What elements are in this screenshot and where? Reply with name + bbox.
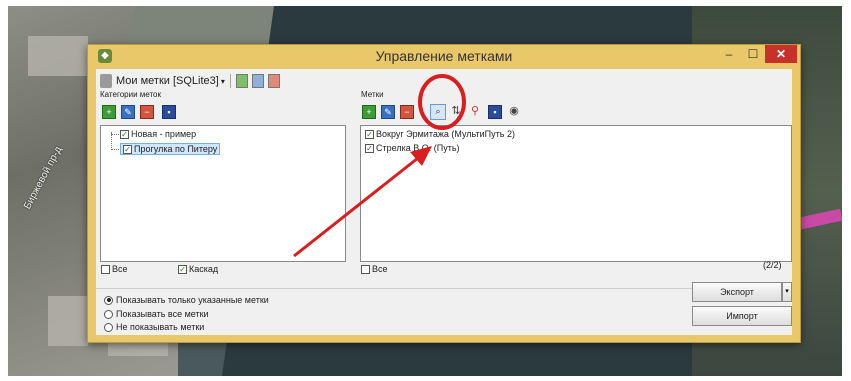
delete-category-button[interactable]: − (140, 105, 154, 119)
move-mark-icon[interactable]: ⇅ (449, 105, 463, 119)
radio-button[interactable] (104, 309, 113, 319)
category-label: Прогулка по Питеру (134, 144, 218, 154)
marks-list[interactable]: ✓ Вокруг Эрмитажа (МультиПуть 2) ✓ Стрел… (360, 125, 792, 262)
add-category-button[interactable]: + (102, 105, 116, 119)
radio-label: Показывать все метки (116, 309, 209, 319)
radio-show-all[interactable]: Показывать все метки (104, 309, 209, 319)
mark-checkbox[interactable]: ✓ (365, 129, 374, 139)
radio-label: Показывать только указанные метки (116, 295, 269, 305)
cascade-label: Каскад (189, 264, 219, 274)
close-button[interactable]: ✕ (765, 45, 797, 63)
section-divider (96, 288, 792, 289)
all-label: Все (372, 264, 388, 274)
marks-count: (2/2) (763, 260, 782, 270)
dialog-client-area: Мои метки [SQLite3] ▾ Категории меток + … (96, 69, 792, 335)
manage-marks-dialog: ◆ Управление метками – ☐ ✕ Мои метки [SQ… (87, 44, 801, 343)
database-selector[interactable]: Мои метки [SQLite3] (116, 75, 219, 87)
edit-category-button[interactable]: ✎ (121, 105, 135, 119)
radio-button[interactable] (104, 295, 113, 305)
window-title: Управление метками (375, 48, 513, 64)
cascade-checkbox-box[interactable]: ✓ (178, 264, 187, 274)
all-checkbox-box[interactable] (101, 264, 110, 274)
mark-label: Вокруг Эрмитажа (МультиПуть 2) (376, 129, 515, 139)
export-dropdown-button[interactable]: ▾ (782, 282, 792, 302)
list-item-mark[interactable]: ✓ Стрелка В.О. (Путь) (365, 143, 460, 153)
all-label: Все (112, 264, 128, 274)
import-button[interactable]: Импорт (692, 306, 792, 326)
radio-show-selected[interactable]: Показывать только указанные метки (104, 295, 269, 305)
add-database-icon[interactable] (235, 74, 248, 88)
search-mark-button[interactable]: ⌕ (430, 104, 446, 120)
categories-all-checkbox[interactable]: Все (101, 264, 128, 274)
all-checkbox-box[interactable] (361, 264, 370, 274)
minimize-button[interactable]: – (717, 45, 741, 63)
tree-item-category-selected[interactable]: ✓ Прогулка по Питеру (120, 143, 221, 155)
categories-label: Категории меток (100, 90, 161, 99)
eye-icon[interactable]: ◉ (507, 105, 521, 119)
export-button[interactable]: Экспорт (692, 282, 782, 302)
database-toolbar: Мои метки [SQLite3] ▾ (100, 72, 284, 90)
mark-checkbox[interactable]: ✓ (365, 143, 374, 153)
add-mark-button[interactable]: + (362, 105, 376, 119)
map-building (48, 296, 88, 346)
radio-show-none[interactable]: Не показывать метки (104, 322, 204, 332)
radio-label: Не показывать метки (116, 322, 205, 332)
delete-mark-button[interactable]: − (400, 105, 414, 119)
category-label: Новая - пример (131, 129, 197, 139)
edit-mark-button[interactable]: ✎ (381, 105, 395, 119)
list-item-mark[interactable]: ✓ Вокруг Эрмитажа (МультиПуть 2) (365, 129, 515, 139)
tree-item-category[interactable]: ✓ Новая - пример (120, 129, 196, 139)
save-mark-button[interactable]: ▪ (488, 105, 502, 119)
cascade-checkbox[interactable]: ✓ Каскад (178, 264, 218, 274)
delete-database-icon[interactable] (267, 74, 280, 88)
title-bar[interactable]: ◆ Управление метками – ☐ ✕ (88, 45, 800, 67)
toolbar-separator (229, 74, 231, 88)
map-building (28, 36, 88, 76)
save-category-button[interactable]: ▪ (162, 105, 176, 119)
database-icon (100, 74, 112, 88)
chevron-down-icon[interactable]: ▾ (221, 77, 225, 86)
maximize-button[interactable]: ☐ (741, 45, 765, 63)
category-checkbox[interactable]: ✓ (123, 144, 132, 154)
marks-label: Метки (361, 90, 384, 99)
edit-database-icon[interactable] (251, 74, 264, 88)
marks-all-checkbox[interactable]: Все (361, 264, 388, 274)
radio-button[interactable] (104, 322, 113, 332)
mark-label: Стрелка В.О. (Путь) (376, 143, 460, 153)
category-checkbox[interactable]: ✓ (120, 129, 129, 139)
categories-tree[interactable]: ✓ Новая - пример ✓ Прогулка по Питеру (100, 125, 346, 262)
pin-mark-icon[interactable]: ⚲ (468, 105, 482, 119)
